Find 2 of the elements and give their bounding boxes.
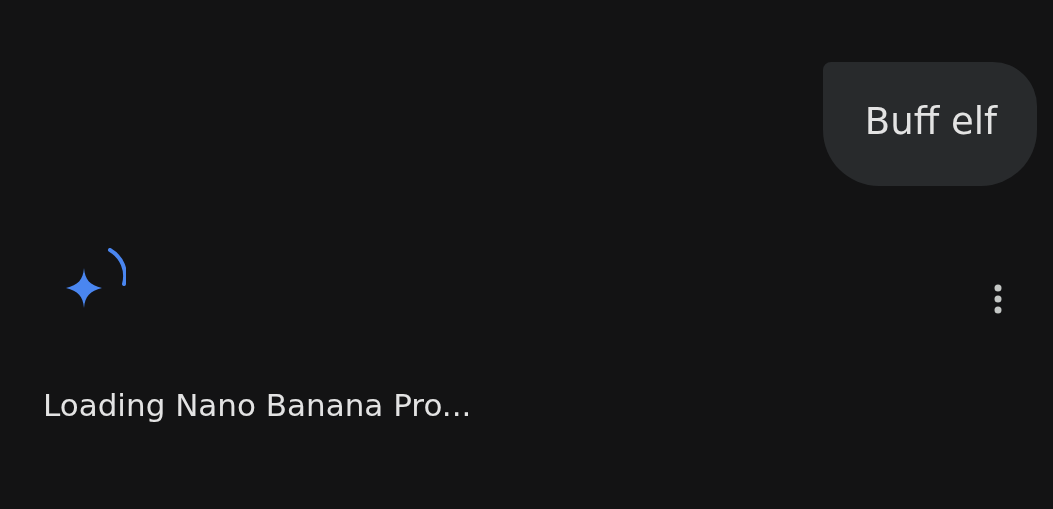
loading-status-text: Loading Nano Banana Pro... — [43, 387, 473, 424]
user-message: Buff elf — [822, 62, 1037, 187]
